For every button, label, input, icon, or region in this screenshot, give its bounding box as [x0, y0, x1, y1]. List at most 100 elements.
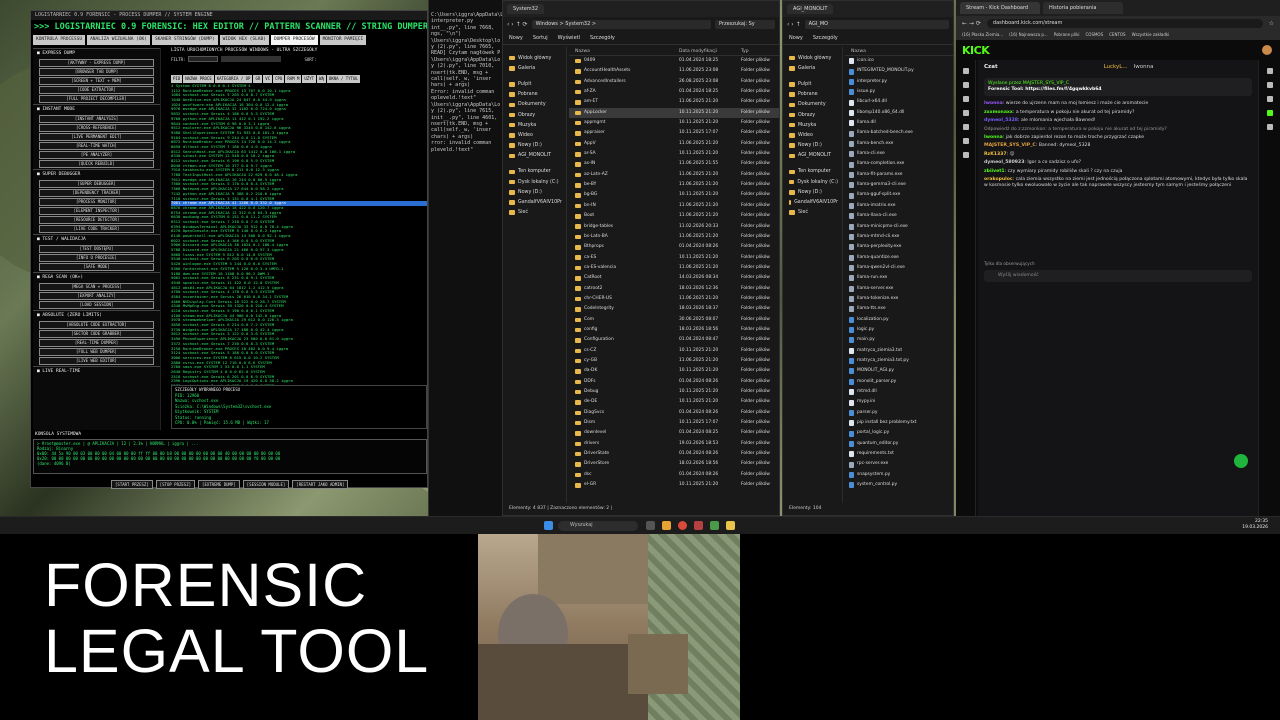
file-row[interactable]: mypy.ini: [845, 397, 953, 407]
file-row[interactable]: main.py: [845, 335, 953, 345]
action-button[interactable]: [TEST DOSTĘPU]: [39, 245, 154, 253]
search-box[interactable]: Przeszukaj: Sy: [715, 19, 775, 29]
column-header[interactable]: VC: [263, 75, 273, 83]
bookmark[interactable]: Wszystkie zakładki: [1132, 30, 1170, 40]
file-row[interactable]: llama-run.exe: [845, 273, 953, 283]
column-header[interactable]: Nazwa: [569, 47, 673, 55]
file-row[interactable]: INTEGRATED_MONOLIT.py: [845, 66, 953, 76]
file-row[interactable]: catroot2 18.03.2026 12:36 Folder plików: [569, 284, 779, 294]
action-button[interactable]: [DEPENDENCY TRACKER]: [39, 189, 154, 197]
action-button[interactable]: [SAFE MODE]: [39, 263, 154, 271]
nav-item[interactable]: Wideo: [503, 130, 566, 140]
file-row[interactable]: llama-quantize.exe: [845, 253, 953, 263]
nav-item[interactable]: Wideo: [783, 130, 842, 140]
toolbar-button[interactable]: Wyświetl: [558, 35, 580, 41]
nav-item[interactable]: Muzyka: [783, 120, 842, 130]
nav-item[interactable]: Nowy (D:): [783, 141, 842, 151]
file-row[interactable]: da-DK 10.11.2025 21:20 Folder plików: [569, 366, 779, 376]
action-button[interactable]: [INSTANT ANALYSIS]: [39, 115, 154, 123]
tools-icon[interactable]: [962, 124, 969, 130]
file-row[interactable]: DDFs 01.04.2024 08:26 Folder plików: [569, 377, 779, 387]
file-row[interactable]: llama-perplexity.exe: [845, 242, 953, 252]
chat-username[interactable]: zxxmonaxx: [984, 110, 1013, 115]
action-button[interactable]: [RESOURCE DETECTOR]: [39, 216, 154, 224]
window-titlebar[interactable]: LOGISTARNIEC 0.9 FORENSIC - PROCESS DUMP…: [31, 11, 427, 20]
file-row[interactable]: mtmd.dll: [845, 387, 953, 397]
url-input[interactable]: dashboard.kick.com/stream: [986, 18, 1263, 28]
path-box[interactable]: AGI_MO: [804, 19, 949, 29]
toolbar-icons[interactable]: [221, 56, 282, 62]
file-row[interactable]: snapsystem.py: [845, 470, 953, 480]
file-row[interactable]: rpc-server.exe: [845, 459, 953, 469]
column-header[interactable]: Typ: [735, 47, 779, 55]
file-row[interactable]: AccountHealthAssets 11.06.2025 23:08 Folde…: [569, 66, 779, 76]
nav-item[interactable]: Widok główny: [783, 53, 842, 63]
file-row[interactable]: localization.py: [845, 315, 953, 325]
chat-username[interactable]: Iwonna: [984, 135, 1003, 140]
file-row[interactable]: Dism 10.11.2025 17:07 Folder plików: [569, 418, 779, 428]
file-row[interactable]: llama-mtmd-cli.exe: [845, 232, 953, 242]
file-row[interactable]: az-Latn-AZ 11.06.2025 21:20 Folder plików: [569, 170, 779, 180]
file-row[interactable]: llama-tts.exe: [845, 304, 953, 314]
start-icon[interactable]: [544, 521, 553, 530]
nav-item[interactable]: Obrazy: [503, 110, 566, 120]
nav-item[interactable]: Pulpit: [503, 79, 566, 89]
tab-1[interactable]: ANALIZA WIZUALNA (OK): [87, 35, 150, 45]
path-box[interactable]: Windows > System32 >: [531, 19, 711, 29]
file-row[interactable]: CatRoot 14.03.2026 08:34 Folder plików: [569, 273, 779, 283]
community-icon[interactable]: [962, 138, 969, 144]
toolbar-button[interactable]: Szczegóły: [590, 35, 615, 41]
explorer-tab[interactable]: AGI_MONOLIT: [787, 4, 834, 14]
nav-item[interactable]: GandalfV6AIV10Pr: [783, 197, 842, 207]
file-row[interactable]: llama-fit-params.exe: [845, 170, 953, 180]
action-button[interactable]: [REAL-TIME WATCH]: [39, 142, 154, 150]
nav-item[interactable]: Sieć: [503, 208, 566, 218]
nav-item[interactable]: Pulpit: [783, 79, 842, 89]
action-button[interactable]: [ABSOLUTE CODE EXTRACTOR]: [39, 321, 154, 329]
bookmark[interactable]: CENTOS: [1109, 30, 1125, 40]
file-row[interactable]: ar-SA 10.11.2025 21:20 Folder plików: [569, 149, 779, 159]
file-row[interactable]: requirements.txt: [845, 449, 953, 459]
file-row[interactable]: pip install bez problemy.txt: [845, 418, 953, 428]
file-row[interactable]: Boot 11.06.2025 21:20 Folder plików: [569, 211, 779, 221]
action-button[interactable]: [CODE EXTRACTOR]: [39, 86, 154, 94]
file-row[interactable]: Bthprops 01.04.2024 08:26 Folder plików: [569, 242, 779, 252]
action-button[interactable]: [CROSS-REFERENCE]: [39, 124, 154, 132]
explorer-tab[interactable]: System32: [507, 4, 545, 14]
chat-username[interactable]: zbiivet1: [984, 169, 1005, 174]
column-header[interactable]: PID: [171, 75, 183, 83]
file-row[interactable]: parser.py: [845, 408, 953, 418]
file-row[interactable]: system_control.py: [845, 480, 953, 490]
action-button[interactable]: [QUICK REBUILD]: [39, 160, 154, 168]
active-chat-icon[interactable]: [1266, 110, 1273, 116]
action-button[interactable]: [PROCESS MONITOR]: [39, 198, 154, 206]
tab-4[interactable]: DUMPER PROCESÓW: [270, 35, 318, 45]
stream-icon[interactable]: [962, 82, 969, 88]
nav-item[interactable]: Galeria: [783, 63, 842, 73]
file-row[interactable]: de-DE 10.11.2025 21:20 Folder plików: [569, 397, 779, 407]
file-row[interactable]: monolit_parser.py: [845, 377, 953, 387]
settings-icon[interactable]: [962, 110, 969, 116]
file-row[interactable]: Debug 10.11.2025 21:20 Folder plików: [569, 387, 779, 397]
chat-username[interactable]: dymeol_580923: [984, 160, 1024, 165]
chat-icon[interactable]: [1266, 96, 1273, 102]
nav-arrows-icon[interactable]: ← → ⟳: [962, 20, 981, 27]
taskview-icon[interactable]: [646, 521, 655, 530]
nav-item[interactable]: Dysk lokalny (C:): [503, 177, 566, 187]
mod-icon[interactable]: [1266, 82, 1273, 88]
file-row[interactable]: AppV 11.06.2025 21:20 Folder plików: [569, 139, 779, 149]
app-icon[interactable]: [694, 521, 703, 530]
file-row[interactable]: quantum_editor.py: [845, 439, 953, 449]
nav-item[interactable]: AGI_MONOLIT: [503, 151, 566, 161]
explorer-icon[interactable]: [662, 521, 671, 530]
chat-input[interactable]: Wyślij wiadomość: [984, 270, 1252, 282]
file-row[interactable]: bs-Latn-BA 11.06.2025 21:20 Folder plików: [569, 232, 779, 242]
chat-username[interactable]: dymeol_5328: [984, 118, 1018, 123]
file-row[interactable]: Com 30.06.2025 08:07 Folder plików: [569, 315, 779, 325]
column-header[interactable]: UŻYT: [302, 75, 317, 83]
expand-icon[interactable]: [1266, 124, 1273, 130]
action-button[interactable]: [LIVE WEB EDITOR]: [39, 357, 154, 365]
column-header[interactable]: KATEGORIA / OP: [214, 75, 253, 83]
console-button[interactable]: [EXTREME DUMP]: [198, 480, 240, 489]
file-row[interactable]: llama-cli.exe: [845, 149, 953, 159]
